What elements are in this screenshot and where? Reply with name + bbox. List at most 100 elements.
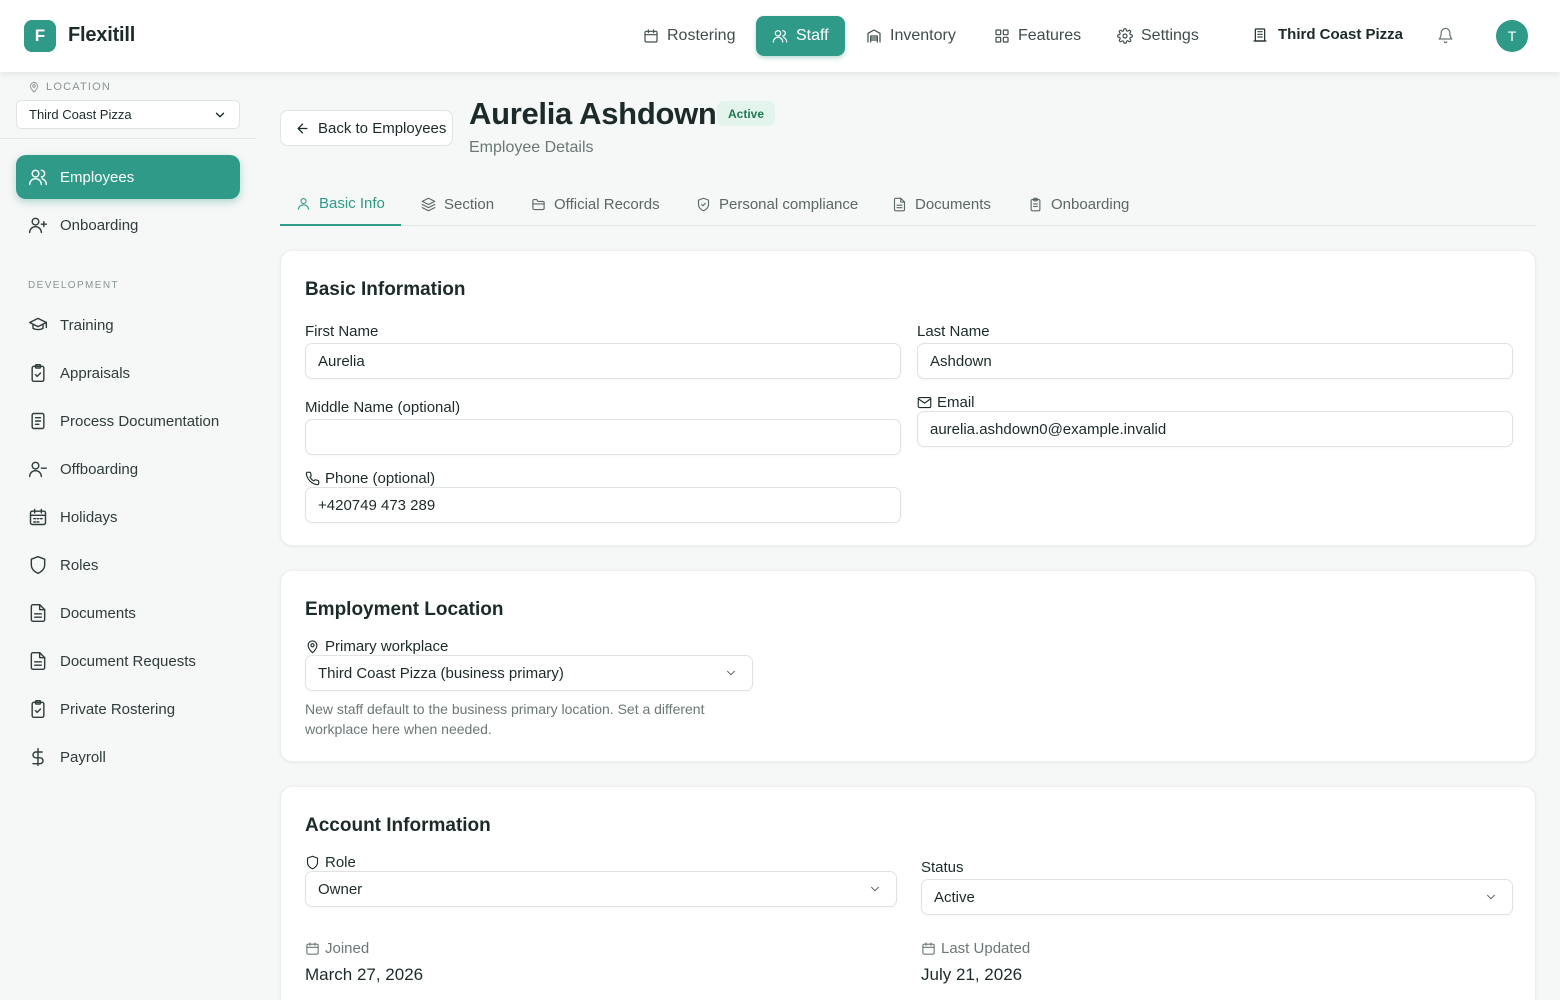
app-name: Flexitill (68, 24, 136, 46)
clipboard-check-icon (31, 363, 45, 383)
status-badge: Active (717, 101, 776, 126)
nav-label: Inventory (890, 27, 956, 44)
phone-label: Phone (optional) (305, 470, 435, 487)
sidebar-item-label: Onboarding (60, 216, 139, 234)
business-switcher[interactable]: Third Coast Pizza (1252, 26, 1403, 43)
user-minus-icon (28, 461, 48, 478)
sidebar-item-label: Appraisals (60, 364, 131, 382)
tab-label: Personal compliance (719, 195, 859, 213)
tab-label: Basic Info (319, 194, 385, 212)
sidebar-divider (0, 138, 256, 139)
back-to-employees-button[interactable]: Back to Employees (280, 110, 453, 146)
middle-name-label: Middle Name (optional) (305, 399, 461, 416)
users-icon (28, 169, 48, 186)
folder-icon (532, 198, 545, 210)
location-label: LOCATION (28, 81, 111, 93)
sidebar-item-private-rostering[interactable]: Private Rostering (16, 687, 240, 731)
sidebar-item-label: Holidays (60, 508, 118, 526)
app-logo[interactable]: F (24, 20, 56, 52)
graduation-cap-icon (28, 317, 48, 331)
tab-personal-compliance[interactable]: Personal compliance (680, 182, 874, 226)
clipboard-check-icon (31, 699, 45, 719)
nav-rostering[interactable]: Rostering (627, 16, 751, 56)
warehouse-icon (867, 29, 881, 43)
sidebar-item-label: Offboarding (60, 460, 139, 478)
layers-icon (421, 197, 436, 211)
nav-settings[interactable]: Settings (1101, 16, 1215, 56)
sidebar-item-label: Documents (60, 604, 136, 622)
sidebar-item-employees[interactable]: Employees (16, 155, 240, 199)
basic-information-card: Basic Information First Name Aurelia Las… (280, 250, 1536, 546)
sidebar-item-offboarding[interactable]: Offboarding (16, 447, 240, 491)
sidebar-item-payroll[interactable]: Payroll (16, 735, 240, 779)
sidebar-item-process-documentation[interactable]: Process Documentation (16, 399, 240, 443)
role-select[interactable]: Owner (305, 871, 897, 907)
tab-documents[interactable]: Documents (876, 182, 1007, 226)
sidebar-item-appraisals[interactable]: Appraisals (16, 351, 240, 395)
email-label: Email (917, 394, 975, 411)
tab-label: Documents (915, 195, 991, 213)
nav-staff[interactable]: Staff (756, 16, 845, 56)
back-button-label: Back to Employees (318, 119, 447, 137)
nav-label: Settings (1141, 27, 1199, 44)
user-icon (297, 197, 310, 210)
sidebar-item-onboarding[interactable]: Onboarding (16, 203, 240, 247)
first-name-input[interactable]: Aurelia (305, 343, 901, 379)
nav-inventory[interactable]: Inventory (850, 16, 972, 56)
middle-name-input[interactable] (305, 419, 901, 455)
sidebar-item-document-requests[interactable]: Document Requests (16, 639, 240, 683)
notifications-button[interactable] (1437, 27, 1454, 44)
status-select[interactable]: Active (921, 879, 1513, 915)
last-name-input[interactable]: Ashdown (917, 343, 1513, 379)
sidebar-item-label: Process Documentation (60, 412, 220, 430)
sidebar-item-training[interactable]: Training (16, 303, 240, 347)
email-input[interactable]: aurelia.ashdown0@example.invalid (917, 411, 1513, 447)
tab-official-records[interactable]: Official Records (515, 182, 676, 226)
sidebar-item-label: Private Rostering (60, 700, 176, 718)
arrow-left-icon (297, 123, 308, 133)
building-icon (1253, 27, 1267, 42)
sidebar-item-documents[interactable]: Documents (16, 591, 240, 635)
status-label: Status (921, 859, 964, 876)
sidebar-item-label: Roles (60, 556, 99, 574)
phone-icon (305, 471, 320, 486)
tab-basic-info[interactable]: Basic Info (280, 182, 401, 226)
grid-icon (995, 29, 1009, 43)
page-subtitle: Employee Details (469, 139, 594, 156)
last-name-label: Last Name (917, 323, 990, 340)
file-text-icon (30, 603, 46, 623)
nav-label: Rostering (667, 27, 736, 44)
sidebar-item-label: Employees (60, 168, 135, 186)
tab-onboarding[interactable]: Onboarding (1012, 182, 1145, 226)
joined-value: March 27, 2026 (305, 965, 424, 984)
sidebar-item-roles[interactable]: Roles (16, 543, 240, 587)
phone-input[interactable]: +420749 473 289 (305, 487, 901, 523)
business-name: Third Coast Pizza (1278, 26, 1404, 43)
sidebar-item-label: Document Requests (60, 652, 196, 670)
calendar-icon (922, 942, 935, 955)
nav-features[interactable]: Features (978, 16, 1097, 56)
primary-workplace-select[interactable]: Third Coast Pizza (business primary) (305, 655, 753, 691)
shield-icon (30, 555, 46, 575)
employee-name: Aurelia Ashdown (469, 96, 717, 131)
tab-label: Official Records (554, 195, 660, 213)
sidebar: LOCATION Third Coast Pizza Employees Onb… (0, 72, 256, 1000)
users-icon (772, 30, 788, 43)
file-text-icon (30, 651, 46, 671)
calendar-icon (306, 942, 319, 955)
top-bar: F Flexitill Rostering Staff Inventory Fe… (0, 0, 1560, 72)
user-plus-icon (28, 217, 48, 234)
tab-label: Onboarding (1051, 195, 1130, 213)
calendar-icon (644, 29, 658, 43)
book-icon (31, 412, 45, 430)
card-title: Account Information (305, 815, 491, 836)
nav-label: Features (1018, 27, 1082, 44)
user-avatar[interactable]: T (1496, 20, 1528, 52)
sidebar-item-holidays[interactable]: Holidays (16, 495, 240, 539)
employee-tabs: Basic Info Section Official Records Pers… (280, 182, 1536, 226)
last-updated-label: Last Updated (921, 940, 1030, 957)
tab-section[interactable]: Section (405, 182, 510, 226)
joined-label: Joined (305, 940, 369, 957)
map-pin-icon (30, 82, 38, 93)
location-select[interactable]: Third Coast Pizza (16, 100, 240, 129)
